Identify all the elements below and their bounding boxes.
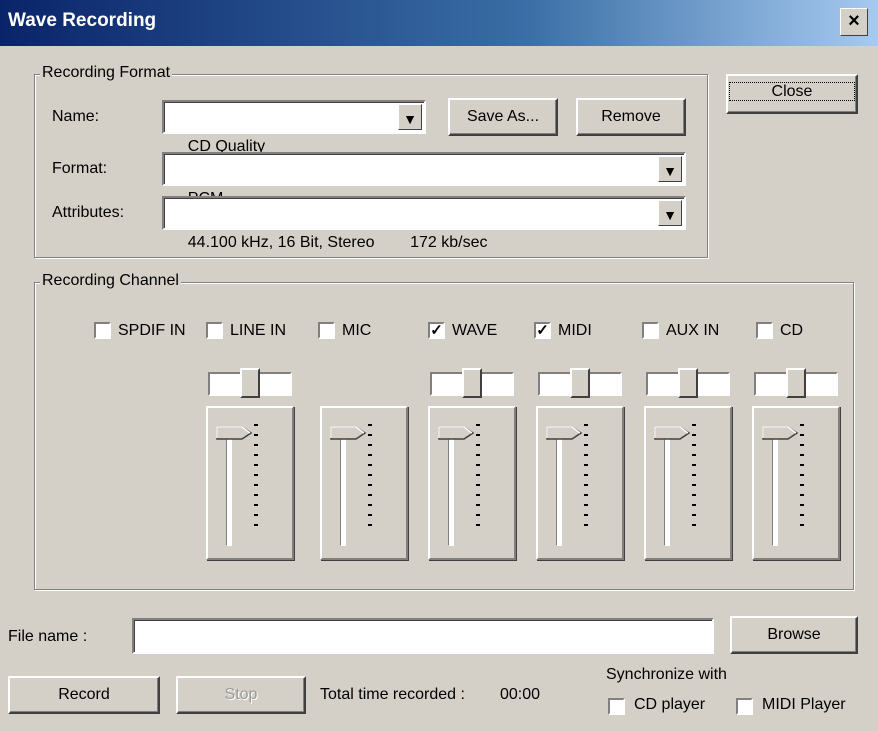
- volume-thumb[interactable]: [546, 426, 582, 440]
- volume-track: [226, 434, 232, 546]
- close-button[interactable]: Close: [726, 74, 858, 114]
- volume-thumb[interactable]: [330, 426, 366, 440]
- total-time-label: Total time recorded :: [320, 686, 465, 703]
- close-icon[interactable]: ×: [840, 8, 868, 36]
- volume-thumb[interactable]: [654, 426, 690, 440]
- cd-player-label: CD player: [634, 696, 706, 713]
- attributes-dropdown-arrow-icon[interactable]: ▼: [658, 200, 682, 226]
- spdif-in-label: SPDIF IN: [118, 322, 186, 339]
- midi-label: MIDI: [558, 322, 592, 339]
- line-in-balance-slider[interactable]: [208, 368, 292, 398]
- volume-ticks: [692, 424, 696, 534]
- remove-button[interactable]: Remove: [576, 98, 686, 136]
- line-in-volume-slider[interactable]: [206, 406, 294, 560]
- cd-player-checkbox[interactable]: [608, 698, 625, 715]
- file-name-label: File name :: [8, 628, 88, 645]
- format-label: Format:: [52, 160, 108, 177]
- recording-channel-legend: Recording Channel: [40, 272, 181, 290]
- volume-track: [772, 434, 778, 546]
- cd-label: CD: [780, 322, 804, 339]
- record-button[interactable]: Record: [8, 676, 160, 714]
- midi-balance-slider[interactable]: [538, 368, 622, 398]
- aux-in-balance-slider[interactable]: [646, 368, 730, 398]
- volume-ticks: [476, 424, 480, 534]
- cd-balance-thumb[interactable]: [786, 368, 806, 398]
- cd-checkbox[interactable]: [756, 322, 773, 339]
- volume-thumb[interactable]: [762, 426, 798, 440]
- line-in-checkbox[interactable]: [206, 322, 223, 339]
- volume-ticks: [584, 424, 588, 534]
- volume-track: [556, 434, 562, 546]
- save-as-button[interactable]: Save As...: [448, 98, 558, 136]
- format-dropdown[interactable]: PCM ▼: [162, 152, 686, 207]
- close-button-label: Close: [728, 82, 856, 101]
- volume-track: [664, 434, 670, 546]
- midi-checkbox[interactable]: ✓: [534, 322, 551, 339]
- midi-volume-slider[interactable]: [536, 406, 624, 560]
- recording-format-legend: Recording Format: [40, 64, 173, 82]
- volume-ticks: [254, 424, 258, 534]
- volume-thumb[interactable]: [216, 426, 252, 440]
- wave-label: WAVE: [452, 322, 498, 339]
- mic-label: MIC: [342, 322, 372, 339]
- attributes-value: 44.100 kHz, 16 Bit, Stereo 172 kb/sec: [187, 234, 488, 251]
- wave-recording-window: Wave Recording × Recording Format Name: …: [0, 0, 878, 731]
- mic-checkbox[interactable]: [318, 322, 335, 339]
- volume-thumb[interactable]: [438, 426, 474, 440]
- name-label: Name:: [52, 108, 100, 125]
- midi-player-checkbox[interactable]: [736, 698, 753, 715]
- line-in-label: LINE IN: [230, 322, 287, 339]
- name-dropdown[interactable]: CD Quality ▼: [162, 100, 426, 155]
- aux-in-volume-slider[interactable]: [644, 406, 732, 560]
- volume-track: [340, 434, 346, 546]
- name-dropdown-arrow-icon[interactable]: ▼: [398, 104, 422, 130]
- synchronize-label: Synchronize with: [606, 666, 727, 683]
- format-dropdown-arrow-icon[interactable]: ▼: [658, 156, 682, 182]
- spdif-in-checkbox[interactable]: [94, 322, 111, 339]
- browse-button[interactable]: Browse: [730, 616, 858, 654]
- wave-checkbox[interactable]: ✓: [428, 322, 445, 339]
- cd-volume-slider[interactable]: [752, 406, 840, 560]
- wave-balance-slider[interactable]: [430, 368, 514, 398]
- attributes-dropdown[interactable]: 44.100 kHz, 16 Bit, Stereo 172 kb/sec ▼: [162, 196, 686, 251]
- line-in-balance-thumb[interactable]: [240, 368, 260, 398]
- aux-in-label: AUX IN: [666, 322, 720, 339]
- volume-track: [448, 434, 454, 546]
- volume-ticks: [800, 424, 804, 534]
- file-name-input[interactable]: [132, 618, 714, 654]
- title-bar[interactable]: Wave Recording ×: [0, 0, 878, 46]
- volume-ticks: [368, 424, 372, 534]
- window-title: Wave Recording: [8, 10, 157, 31]
- stop-button[interactable]: Stop: [176, 676, 306, 714]
- total-time-value: 00:00: [500, 686, 541, 703]
- attributes-label: Attributes:: [52, 204, 125, 221]
- aux-in-checkbox[interactable]: [642, 322, 659, 339]
- midi-balance-thumb[interactable]: [570, 368, 590, 398]
- mic-volume-slider[interactable]: [320, 406, 408, 560]
- wave-volume-slider[interactable]: [428, 406, 516, 560]
- wave-balance-thumb[interactable]: [462, 368, 482, 398]
- aux-in-balance-thumb[interactable]: [678, 368, 698, 398]
- midi-player-label: MIDI Player: [762, 696, 846, 713]
- cd-balance-slider[interactable]: [754, 368, 838, 398]
